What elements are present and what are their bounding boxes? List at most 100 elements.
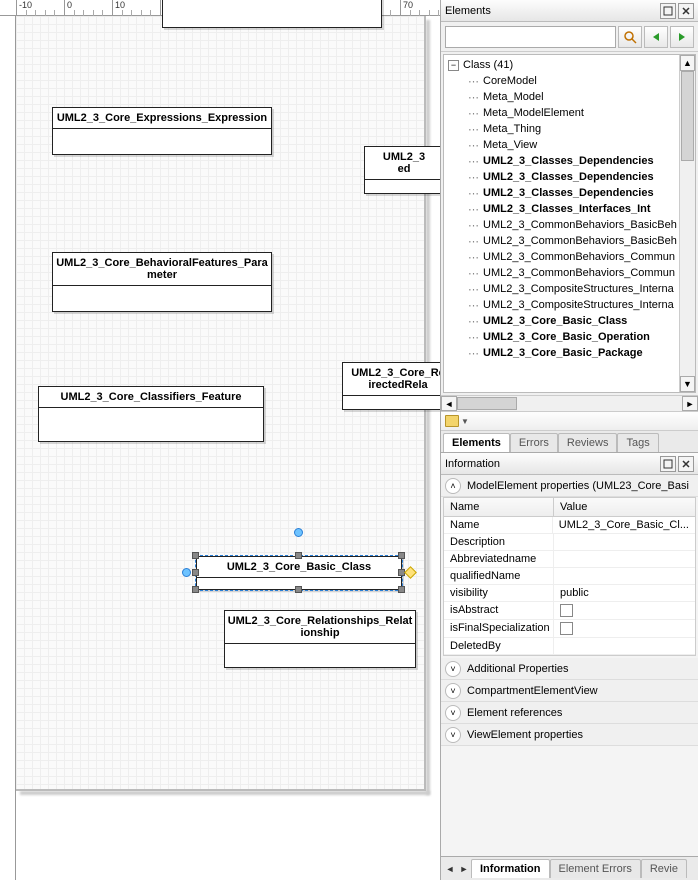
tab-tags[interactable]: Tags bbox=[617, 433, 658, 452]
tree-item[interactable]: ⋯Meta_View bbox=[444, 137, 679, 153]
tree-item[interactable]: ⋯UML2_3_CommonBehaviors_BasicBeh bbox=[444, 217, 679, 233]
scroll-hthumb[interactable] bbox=[457, 397, 517, 410]
selection-handle[interactable] bbox=[192, 586, 199, 593]
tree-item[interactable]: ⋯UML2_3_Core_Basic_Package bbox=[444, 345, 679, 361]
tree-item[interactable]: ⋯UML2_3_CompositeStructures_Interna bbox=[444, 281, 679, 297]
tab-scroll-left-button[interactable]: ◄ bbox=[443, 862, 457, 876]
bottom-tab[interactable]: Revie bbox=[641, 859, 687, 878]
panel-close-button[interactable] bbox=[678, 456, 694, 472]
selection-handle[interactable] bbox=[192, 552, 199, 559]
tree-item[interactable]: ⋯CoreModel bbox=[444, 73, 679, 89]
connector-handle[interactable] bbox=[182, 568, 191, 577]
search-button[interactable] bbox=[618, 26, 642, 48]
uml-class-box[interactable]: UML2_3_Core_ReirectedRela bbox=[342, 362, 440, 410]
section-title: CompartmentElementView bbox=[467, 685, 598, 697]
tree-item[interactable]: ⋯UML2_3_Classes_Interfaces_Int bbox=[444, 201, 679, 217]
nav-forward-button[interactable] bbox=[670, 26, 694, 48]
connector-handle[interactable] bbox=[404, 566, 417, 579]
property-name: Abbreviatedname bbox=[444, 551, 554, 567]
tree-item[interactable]: ⋯Meta_Model bbox=[444, 89, 679, 105]
tree-item-label: UML2_3_Classes_Interfaces_Int bbox=[483, 203, 651, 215]
tree-hscrollbar[interactable]: ◄ ► bbox=[441, 395, 698, 411]
tree-vscrollbar[interactable]: ▲ ▼ bbox=[679, 55, 695, 392]
property-row[interactable]: NameUML2_3_Core_Basic_Cl... bbox=[444, 517, 695, 534]
property-row[interactable]: Description bbox=[444, 534, 695, 551]
property-value[interactable] bbox=[554, 534, 695, 550]
scroll-track[interactable] bbox=[680, 71, 695, 376]
scroll-down-button[interactable]: ▼ bbox=[680, 376, 695, 392]
property-value[interactable] bbox=[554, 568, 695, 584]
tree-item[interactable]: ⋯UML2_3_CommonBehaviors_Commun bbox=[444, 265, 679, 281]
selection-handle[interactable] bbox=[295, 586, 302, 593]
scroll-htrack[interactable] bbox=[457, 396, 682, 411]
uml-class-name: UML2_3_Core_Basic_Class bbox=[197, 557, 401, 578]
panel-maximize-button[interactable] bbox=[660, 456, 676, 472]
bottom-tab[interactable]: Information bbox=[471, 859, 550, 878]
collapsed-section-header[interactable]: ˅CompartmentElementView bbox=[441, 680, 698, 702]
tree-item[interactable]: ⋯Meta_ModelElement bbox=[444, 105, 679, 121]
collapsed-section-header[interactable]: ˅Element references bbox=[441, 702, 698, 724]
uml-class-box[interactable]: UML2_3_Core_BehavioralFeatures_Parameter bbox=[52, 252, 272, 312]
column-header-value[interactable]: Value bbox=[554, 498, 695, 516]
tab-reviews[interactable]: Reviews bbox=[558, 433, 618, 452]
property-row[interactable]: isAbstract bbox=[444, 602, 695, 620]
tree-collapse-icon[interactable]: − bbox=[448, 60, 459, 71]
scroll-right-button[interactable]: ► bbox=[682, 396, 698, 411]
tree-item-label: UML2_3_CommonBehaviors_Commun bbox=[483, 267, 675, 279]
scroll-left-button[interactable]: ◄ bbox=[441, 396, 457, 411]
elements-tree[interactable]: −Class (41)⋯CoreModel⋯Meta_Model⋯Meta_Mo… bbox=[444, 55, 679, 392]
uml-class-box[interactable]: UML2_3ed bbox=[364, 146, 440, 194]
property-row[interactable]: DeletedBy bbox=[444, 638, 695, 655]
collapsed-section-header[interactable]: ˅Additional Properties bbox=[441, 658, 698, 680]
tree-item[interactable]: ⋯Meta_Thing bbox=[444, 121, 679, 137]
tree-root-item[interactable]: −Class (41) bbox=[444, 57, 679, 73]
property-row[interactable]: visibilitypublic bbox=[444, 585, 695, 602]
uml-class-box[interactable] bbox=[162, 0, 382, 28]
scroll-thumb[interactable] bbox=[681, 71, 694, 161]
elements-search-input[interactable] bbox=[445, 26, 616, 48]
tree-item[interactable]: ⋯UML2_3_Classes_Dependencies bbox=[444, 169, 679, 185]
diagram-canvas[interactable]: UML2_3_Core_Expressions_Expression UML2_3… bbox=[16, 16, 426, 791]
scroll-up-button[interactable]: ▲ bbox=[680, 55, 695, 71]
folder-icon bbox=[445, 415, 459, 427]
property-row[interactable]: Abbreviatedname bbox=[444, 551, 695, 568]
property-value[interactable] bbox=[554, 620, 695, 637]
checkbox[interactable] bbox=[560, 622, 573, 635]
breadcrumb-bar[interactable]: ▼ bbox=[441, 411, 698, 431]
checkbox[interactable] bbox=[560, 604, 573, 617]
uml-class-box[interactable]: UML2_3_Core_Relationships_Relationship bbox=[224, 610, 416, 668]
tree-branch-icon: ⋯ bbox=[468, 315, 479, 328]
tree-item[interactable]: ⋯UML2_3_Classes_Dependencies bbox=[444, 153, 679, 169]
collapsed-section-header[interactable]: ˅ViewElement properties bbox=[441, 724, 698, 746]
selection-handle[interactable] bbox=[398, 552, 405, 559]
property-value[interactable] bbox=[554, 551, 695, 567]
property-row[interactable]: qualifiedName bbox=[444, 568, 695, 585]
bottom-tab[interactable]: Element Errors bbox=[550, 859, 641, 878]
uml-class-box[interactable]: UML2_3_Core_Classifiers_Feature bbox=[38, 386, 264, 442]
panel-maximize-button[interactable] bbox=[660, 3, 676, 19]
tree-item[interactable]: ⋯UML2_3_Core_Basic_Operation bbox=[444, 329, 679, 345]
modelelement-section-header[interactable]: ˄ ModelElement properties (UML23_Core_Ba… bbox=[441, 475, 698, 497]
tree-item[interactable]: ⋯UML2_3_CommonBehaviors_BasicBeh bbox=[444, 233, 679, 249]
tree-item[interactable]: ⋯UML2_3_Classes_Dependencies bbox=[444, 185, 679, 201]
tab-scroll-right-button[interactable]: ► bbox=[457, 862, 471, 876]
property-value[interactable]: public bbox=[554, 585, 695, 601]
tree-item[interactable]: ⋯UML2_3_CommonBehaviors_Commun bbox=[444, 249, 679, 265]
property-row[interactable]: isFinalSpecialization bbox=[444, 620, 695, 638]
selection-handle[interactable] bbox=[192, 569, 199, 576]
tab-errors[interactable]: Errors bbox=[510, 433, 558, 452]
column-header-name[interactable]: Name bbox=[444, 498, 554, 516]
uml-class-box[interactable]: UML2_3_Core_Expressions_Expression bbox=[52, 107, 272, 155]
tree-item[interactable]: ⋯UML2_3_Core_Basic_Class bbox=[444, 313, 679, 329]
selection-handle[interactable] bbox=[295, 552, 302, 559]
tree-item[interactable]: ⋯UML2_3_CompositeStructures_Interna bbox=[444, 297, 679, 313]
connector-handle[interactable] bbox=[294, 528, 303, 537]
property-value[interactable] bbox=[554, 638, 695, 654]
property-value[interactable]: UML2_3_Core_Basic_Cl... bbox=[553, 517, 695, 533]
panel-close-button[interactable] bbox=[678, 3, 694, 19]
nav-back-button[interactable] bbox=[644, 26, 668, 48]
selection-handle[interactable] bbox=[398, 586, 405, 593]
uml-class-box[interactable]: UML2_3_Core_Basic_Class bbox=[196, 556, 402, 590]
property-value[interactable] bbox=[554, 602, 695, 619]
tab-elements[interactable]: Elements bbox=[443, 433, 510, 452]
